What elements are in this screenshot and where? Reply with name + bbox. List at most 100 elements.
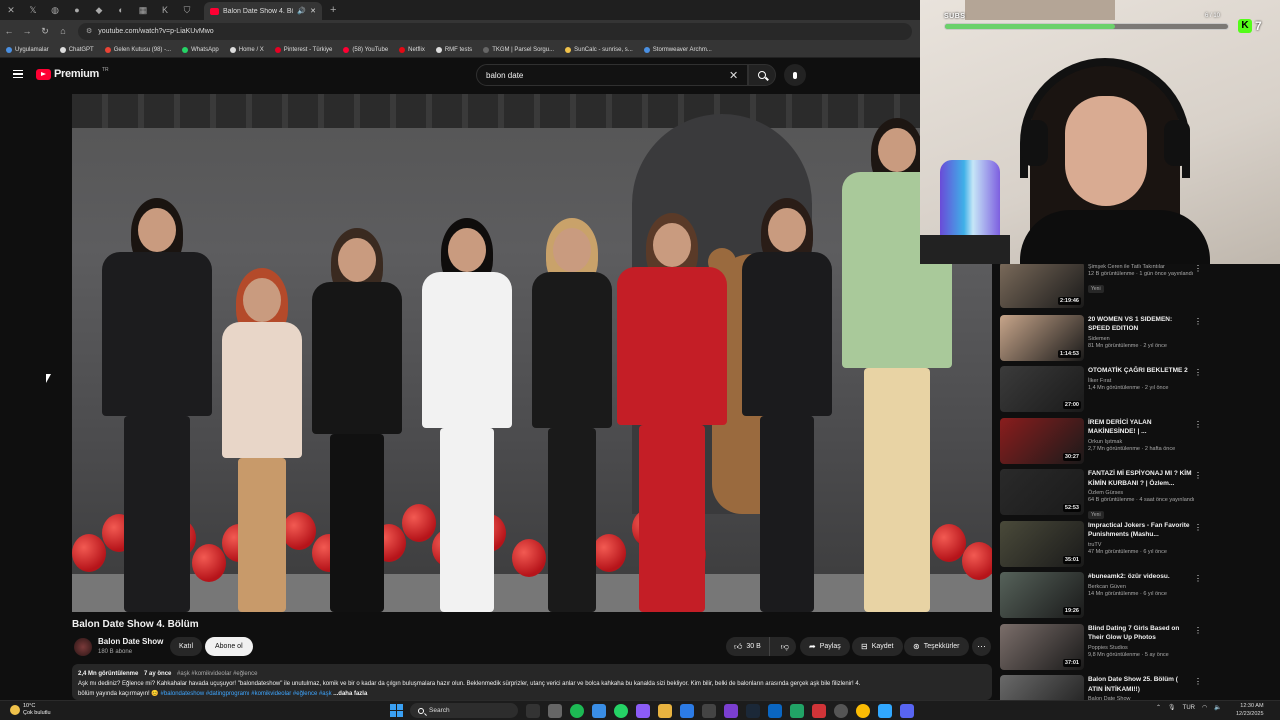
channel-name[interactable]: İlker Fırat — [1088, 378, 1194, 384]
recommended-video[interactable]: 1:14:53 20 WOMEN VS 1 SIDEMEN: SPEED EDIT… — [1000, 314, 1272, 365]
tray-chevron-icon[interactable]: ⌃ — [1156, 704, 1161, 711]
tab-icon-generic[interactable]: ◍ — [44, 0, 66, 20]
address-bar[interactable]: ⚙ youtube.com/watch?v=p-LiaKUvMwo — [78, 22, 912, 40]
video-title[interactable]: Impractical Jokers - Fan Favorite Punish… — [1088, 521, 1194, 540]
channel-name[interactable]: truTV — [1088, 542, 1194, 548]
bookmark-item[interactable]: Netflix — [399, 46, 425, 53]
photoshop-icon[interactable] — [878, 704, 892, 718]
video-title[interactable]: OTOMATİK ÇAĞRI BEKLETME 2 — [1088, 366, 1194, 376]
audio-icon[interactable]: 🔊 — [297, 7, 306, 15]
chrome-icon[interactable] — [856, 704, 870, 718]
recommended-video[interactable]: 52:53 FANTAZİ Mİ ESPİYONAJ MI ? KİM KİMİN… — [1000, 469, 1272, 519]
search-input[interactable]: balon date ✕ — [476, 64, 748, 86]
like-button[interactable]: 👍︎ 30 B — [726, 637, 770, 656]
voice-search-button[interactable] — [784, 64, 806, 86]
video-thumbnail[interactable]: 30:27 — [1000, 417, 1084, 464]
video-title[interactable]: #buneamk2: özür videosu. — [1088, 572, 1194, 582]
video-title[interactable]: Blind Dating 7 Girls Based on Their Glow… — [1088, 624, 1194, 643]
bookmark-item[interactable]: RMF tests — [435, 46, 472, 53]
channel-name[interactable]: Orkun Işıtmak — [1088, 439, 1194, 445]
video-title[interactable]: Balon Date Show 25. Bölüm ( ATIN İNTİKAM… — [1088, 675, 1194, 694]
show-more-link[interactable]: ...daha fazla — [333, 691, 367, 697]
video-thumbnail[interactable] — [1000, 675, 1084, 700]
search-button[interactable] — [748, 64, 776, 86]
recommended-video[interactable]: 2:19:46 Şimşek Ceren ile Tatlı Takıntılar… — [1000, 262, 1272, 312]
cursor-app-icon[interactable] — [702, 704, 716, 718]
word-icon[interactable] — [680, 704, 694, 718]
copilot-icon[interactable] — [592, 704, 606, 718]
tab-icon-diamond[interactable]: ◆ — [88, 0, 110, 20]
weather-widget[interactable]: 10°C Çok bulutlu — [10, 703, 51, 717]
more-actions-icon[interactable]: ⋯ — [972, 637, 991, 656]
channel-name[interactable]: Berkcan Güven — [1088, 584, 1194, 590]
tab-close-icon[interactable]: ✕ — [310, 7, 316, 15]
bookmark-item[interactable]: TKGM | Parsel Sorgu... — [483, 46, 554, 53]
tab-icon-amber[interactable]: ◐ — [110, 0, 132, 20]
bookmark-item[interactable]: Gelen Kutusu (98) -... — [104, 46, 171, 53]
tab-icon-x-twitter[interactable]: 𝕏 — [22, 0, 44, 20]
video-player[interactable] — [72, 94, 992, 612]
channel-name[interactable]: Balon Date Show — [98, 637, 163, 646]
channel-name[interactable]: Özlem Gürses — [1088, 490, 1194, 496]
thanks-button[interactable]: ⊛ Teşekkürler — [904, 637, 969, 656]
more-options-icon[interactable]: ⋮ — [1194, 677, 1202, 686]
discord-icon[interactable] — [900, 704, 914, 718]
task-view-icon[interactable] — [526, 704, 540, 718]
video-title[interactable]: FANTAZİ Mİ ESPİYONAJ MI ? KİM KİMİN KURB… — [1088, 469, 1194, 488]
youtube-premium-logo[interactable]: Premium TR — [36, 67, 109, 80]
bookmark-item[interactable]: ChatGPT — [59, 46, 94, 53]
video-thumbnail[interactable]: 37:01 — [1000, 623, 1084, 670]
steam-icon[interactable] — [746, 704, 760, 718]
dev-app-icon[interactable] — [768, 704, 782, 718]
subscribe-button[interactable]: Abone ol — [205, 637, 253, 656]
bookmark-item[interactable]: WhatsApp — [182, 46, 219, 53]
more-options-icon[interactable]: ⋮ — [1194, 626, 1202, 635]
more-options-icon[interactable]: ⋮ — [1194, 264, 1202, 273]
new-tab-button[interactable]: + — [330, 4, 336, 16]
taskbar-search[interactable]: Search — [410, 703, 518, 718]
bookmark-item[interactable]: SunCalc - sunrise, s... — [565, 46, 633, 53]
more-options-icon[interactable]: ⋮ — [1194, 471, 1202, 480]
bookmark-item[interactable]: Pinterest - Türkiye — [274, 46, 332, 53]
channel-name[interactable]: Şimşek Ceren ile Tatlı Takıntılar — [1088, 264, 1194, 270]
page-scrollbar[interactable] — [1272, 262, 1280, 700]
spotify-icon[interactable] — [570, 704, 584, 718]
more-options-icon[interactable]: ⋮ — [1194, 368, 1202, 377]
tab-icon-shield[interactable]: ⛉ — [176, 0, 198, 20]
video-title[interactable]: İREM DERİCİ YALAN MAKİNESİNDE! | ... — [1088, 418, 1194, 437]
tray-mic-icon[interactable]: 🎙 — [1168, 704, 1176, 711]
video-thumbnail[interactable]: 2:19:46 — [1000, 262, 1084, 308]
bookmark-item[interactable]: (58) YouTube — [343, 46, 388, 53]
video-thumbnail[interactable]: 1:14:53 — [1000, 314, 1084, 361]
forward-icon[interactable]: → — [18, 26, 36, 36]
join-button[interactable]: Katıl — [170, 637, 203, 656]
reload-icon[interactable]: ↻ — [36, 26, 54, 37]
video-description[interactable]: 2,4 Mn görüntülenme 7 ay önce #aşk #komi… — [72, 664, 992, 700]
tab-icon-kick[interactable]: K — [154, 0, 176, 20]
more-options-icon[interactable]: ⋮ — [1194, 574, 1202, 583]
language-indicator[interactable]: TUR — [1183, 705, 1195, 711]
video-thumbnail[interactable]: 35:01 — [1000, 520, 1084, 567]
video-thumbnail[interactable]: 52:53 — [1000, 469, 1084, 515]
more-options-icon[interactable]: ⋮ — [1194, 420, 1202, 429]
recommended-video[interactable]: Balon Date Show 25. Bölüm ( ATIN İNTİKAM… — [1000, 675, 1272, 700]
tab-icon-sheet[interactable]: ▦ — [132, 0, 154, 20]
calculator-icon[interactable] — [548, 704, 562, 718]
more-options-icon[interactable]: ⋮ — [1194, 523, 1202, 532]
system-clock[interactable]: 12:30 AM 12/23/2025 — [1236, 703, 1264, 718]
file-explorer-icon[interactable] — [658, 704, 672, 718]
bookmark-item[interactable]: Home / X — [229, 46, 264, 53]
bookmark-item[interactable]: Stormweaver Archm... — [643, 46, 712, 53]
recommended-video[interactable]: 37:01 Blind Dating 7 Girls Based on Their… — [1000, 623, 1272, 674]
recommended-video[interactable]: 35:01 Impractical Jokers - Fan Favorite P… — [1000, 520, 1272, 571]
recommended-video[interactable]: 19:26 #buneamk2: özür videosu. Berkcan Güv… — [1000, 572, 1272, 622]
teams-icon[interactable] — [636, 704, 650, 718]
video-thumbnail[interactable]: 27:00 — [1000, 366, 1084, 412]
site-info-icon[interactable]: ⚙ — [86, 27, 92, 35]
bookmark-item[interactable]: Uygulamalar — [6, 46, 49, 53]
tab-icon-x[interactable]: ✕ — [0, 0, 22, 20]
windows-start-icon[interactable] — [390, 704, 403, 717]
share-button[interactable]: ➦ Paylaş — [800, 637, 850, 656]
whatsapp-icon[interactable] — [614, 704, 628, 718]
dislike-button[interactable]: 👎︎ — [774, 637, 796, 656]
